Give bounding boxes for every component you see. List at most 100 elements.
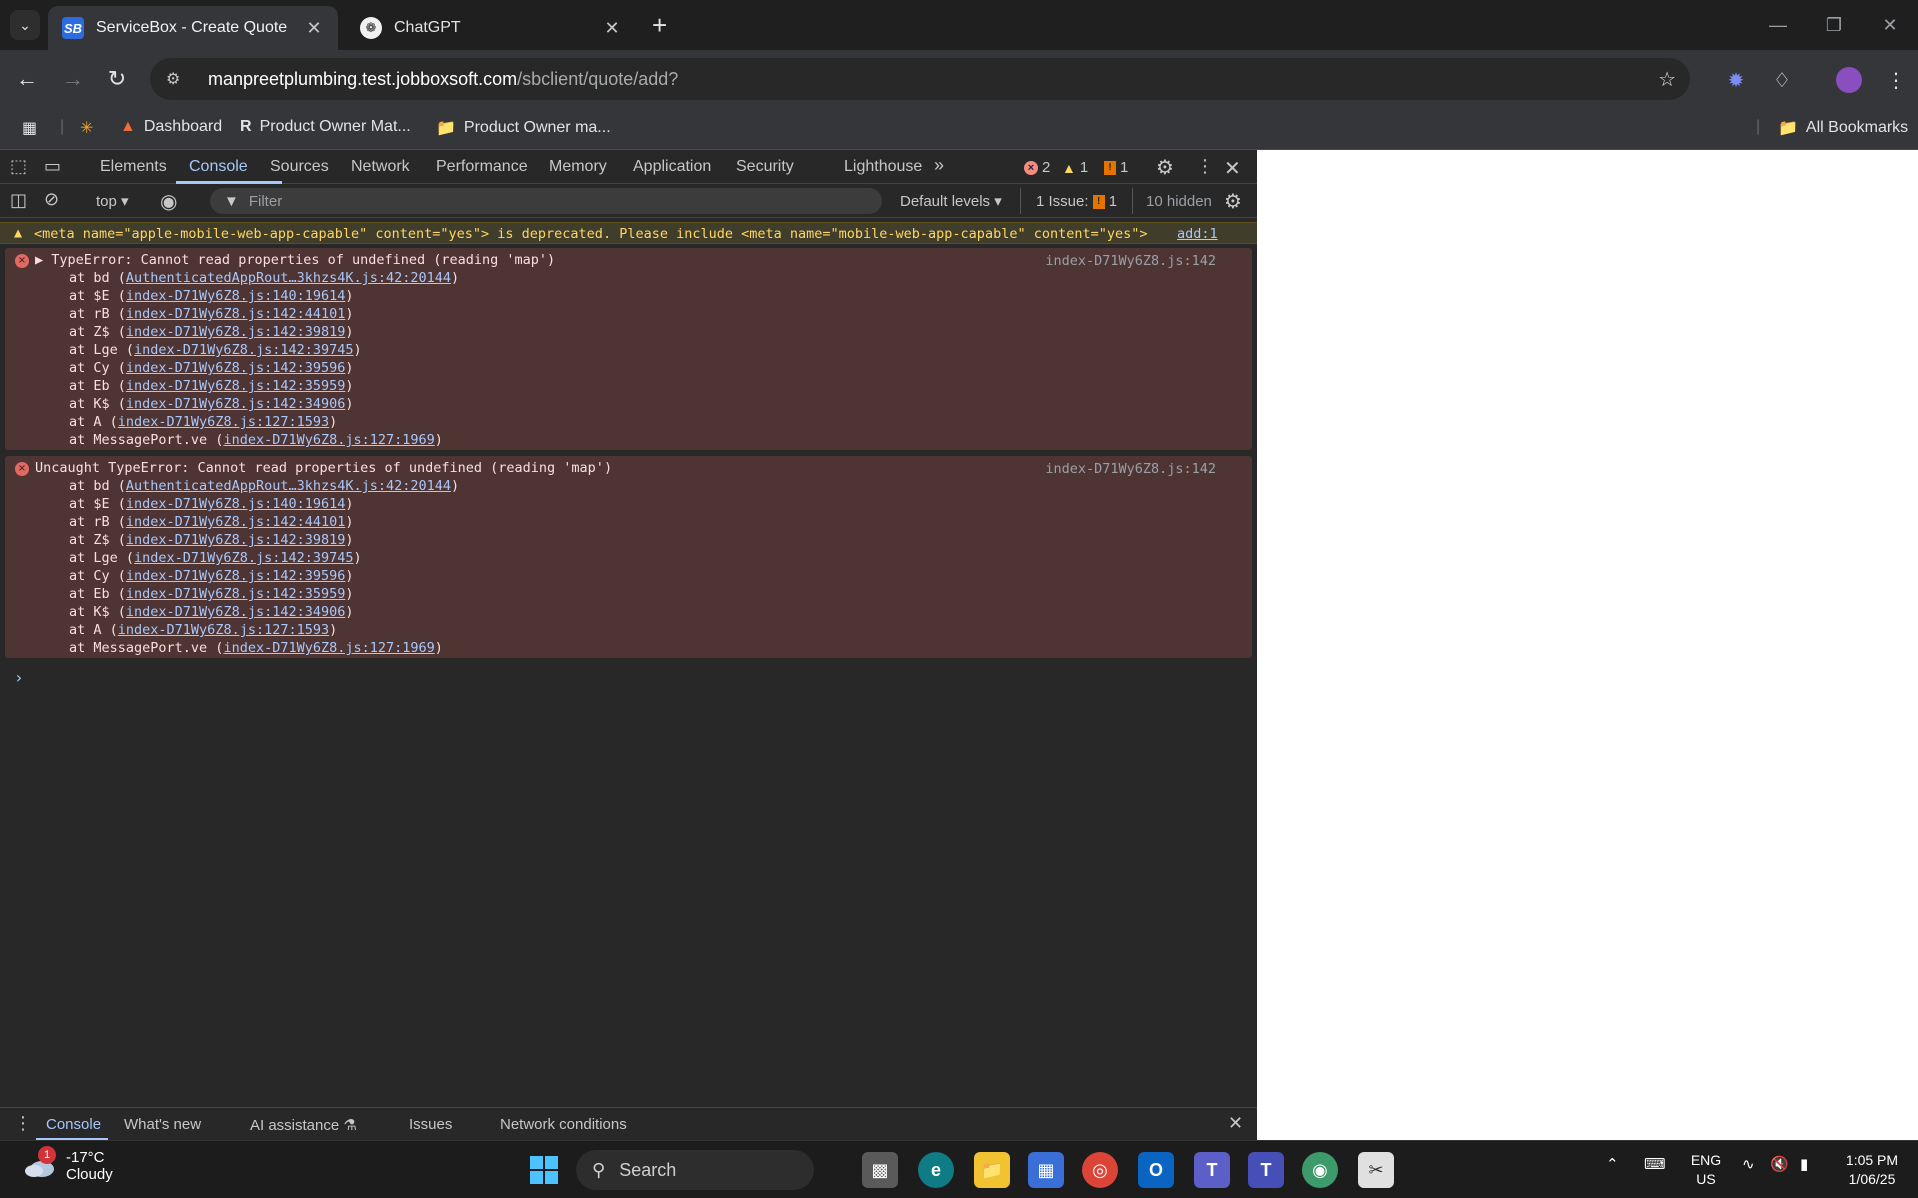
- show-hidden-icons-chevron[interactable]: ⌃: [1606, 1155, 1619, 1173]
- close-tab-icon[interactable]: ✕: [304, 18, 324, 39]
- windows-start-icon[interactable]: [526, 1152, 562, 1188]
- microsoft-store-icon[interactable]: ▦: [1028, 1152, 1064, 1188]
- stack-frame-link[interactable]: index-D71Wy6Z8.js:140:19614: [126, 496, 345, 512]
- tab-performance[interactable]: Performance: [436, 158, 528, 176]
- tab-lighthouse[interactable]: Lighthouse: [844, 158, 922, 176]
- wifi-icon[interactable]: ∿: [1742, 1155, 1755, 1173]
- extension-spark-icon[interactable]: ✹: [1720, 64, 1752, 96]
- volume-muted-icon[interactable]: 🔇: [1770, 1155, 1789, 1173]
- more-tabs-chevron-icon[interactable]: »: [934, 155, 944, 176]
- tab-console[interactable]: Console: [189, 158, 248, 176]
- stack-frame-link[interactable]: index-D71Wy6Z8.js:142:34906: [126, 396, 345, 412]
- close-tab-icon[interactable]: ✕: [602, 18, 622, 39]
- stack-frame-link[interactable]: index-D71Wy6Z8.js:142:39819: [126, 324, 345, 340]
- stack-frame-link[interactable]: index-D71Wy6Z8.js:142:44101: [126, 514, 345, 530]
- browser-menu-icon[interactable]: ⋮: [1880, 64, 1912, 96]
- snipping-tool-icon[interactable]: ✂: [1358, 1152, 1394, 1188]
- bookmark-folder-product-owner-ma[interactable]: 📁 Product Owner ma...: [436, 118, 611, 138]
- outlook-icon[interactable]: O: [1138, 1152, 1174, 1188]
- warning-counter[interactable]: ▲ 1: [1062, 159, 1088, 176]
- stack-frame-link[interactable]: index-D71Wy6Z8.js:127:1969: [223, 640, 434, 656]
- filter-input[interactable]: ▼ Filter: [210, 188, 882, 214]
- extensions-puzzle-icon[interactable]: ♢: [1766, 64, 1798, 96]
- tab-memory[interactable]: Memory: [549, 158, 607, 176]
- page-viewport[interactable]: [1257, 150, 1918, 1140]
- weather-widget[interactable]: 1 -17°C Cloudy: [22, 1146, 113, 1183]
- tab-network[interactable]: Network: [351, 158, 410, 176]
- reload-button[interactable]: ↻: [102, 64, 132, 94]
- spark-bookmark-icon[interactable]: ✳: [80, 118, 93, 138]
- stack-frame-link[interactable]: index-D71Wy6Z8.js:127:1593: [118, 414, 329, 430]
- console-error-message[interactable]: × Uncaught TypeError: Cannot read proper…: [5, 456, 1252, 658]
- error-source-link[interactable]: index-D71Wy6Z8.js:142: [1045, 461, 1216, 477]
- console-settings-gear-icon[interactable]: ⚙: [1224, 189, 1242, 214]
- drawer-tab-issues[interactable]: Issues: [409, 1116, 452, 1133]
- more-options-icon[interactable]: ⋮: [1196, 156, 1214, 177]
- paint-app-icon[interactable]: ◉: [1302, 1152, 1338, 1188]
- stack-frame-link[interactable]: index-D71Wy6Z8.js:127:1593: [118, 622, 329, 638]
- error-source-link[interactable]: index-D71Wy6Z8.js:142: [1045, 253, 1216, 269]
- console-prompt-chevron-icon[interactable]: ›: [14, 668, 24, 687]
- clear-console-icon[interactable]: ⊘: [44, 189, 59, 210]
- drawer-menu-icon[interactable]: ⋮: [14, 1113, 32, 1134]
- device-toolbar-icon[interactable]: ▭: [44, 156, 61, 177]
- site-info-icon[interactable]: ⚙: [166, 69, 188, 89]
- issue-counter[interactable]: ! 1: [1104, 159, 1128, 176]
- bookmark-star-icon[interactable]: ☆: [1658, 67, 1676, 92]
- keyboard-icon[interactable]: ⌨: [1644, 1155, 1666, 1173]
- tab-search-button[interactable]: ⌄: [10, 10, 40, 40]
- tab-security[interactable]: Security: [736, 158, 794, 176]
- minimize-icon[interactable]: —: [1750, 0, 1806, 50]
- restore-icon[interactable]: ❐: [1806, 0, 1862, 50]
- warning-source-link[interactable]: add:1: [1177, 226, 1218, 242]
- console-error-message[interactable]: × ▶ TypeError: Cannot read properties of…: [5, 248, 1252, 450]
- stack-frame-link[interactable]: index-D71Wy6Z8.js:142:35959: [126, 586, 345, 602]
- drawer-tab-network-conditions[interactable]: Network conditions: [500, 1116, 627, 1133]
- stack-frame-link[interactable]: index-D71Wy6Z8.js:142:39819: [126, 532, 345, 548]
- issues-button[interactable]: 1 Issue: ! 1: [1036, 193, 1117, 210]
- profile-avatar[interactable]: [1836, 67, 1862, 93]
- drawer-tab-console[interactable]: Console: [46, 1116, 101, 1133]
- edge-browser-icon[interactable]: e: [918, 1152, 954, 1188]
- battery-icon[interactable]: ▮: [1800, 1155, 1808, 1173]
- tab-elements[interactable]: Elements: [100, 158, 167, 176]
- stack-frame-link[interactable]: index-D71Wy6Z8.js:142:35959: [126, 378, 345, 394]
- taskbar-search[interactable]: ⚲ Search: [576, 1150, 814, 1190]
- close-window-icon[interactable]: ✕: [1862, 0, 1918, 50]
- sidebar-toggle-icon[interactable]: ◫: [10, 190, 27, 211]
- stack-frame-link[interactable]: index-D71Wy6Z8.js:140:19614: [126, 288, 345, 304]
- close-devtools-icon[interactable]: ✕: [1224, 156, 1241, 181]
- stack-frame-link[interactable]: index-D71Wy6Z8.js:142:44101: [126, 306, 345, 322]
- teams-icon[interactable]: T: [1194, 1152, 1230, 1188]
- all-bookmarks-button[interactable]: 📁 All Bookmarks: [1778, 118, 1908, 138]
- language-indicator[interactable]: ENG US: [1686, 1151, 1726, 1189]
- error-counter[interactable]: × 2: [1024, 159, 1050, 176]
- new-tab-button[interactable]: +: [652, 12, 667, 38]
- bookmark-dashboard[interactable]: ▲ Dashboard: [120, 118, 222, 136]
- bookmark-product-owner-mat[interactable]: R Product Owner Mat...: [240, 118, 411, 136]
- tab-chatgpt[interactable]: ❁ ChatGPT ✕: [346, 6, 636, 50]
- address-bar[interactable]: ⚙ manpreetplumbing.test.jobboxsoft.com/s…: [150, 58, 1690, 100]
- tab-application[interactable]: Application: [633, 158, 711, 176]
- stack-frame-link[interactable]: index-D71Wy6Z8.js:142:39745: [134, 550, 353, 566]
- stack-frame-link[interactable]: index-D71Wy6Z8.js:142:39596: [126, 360, 345, 376]
- teams-work-icon[interactable]: T: [1248, 1152, 1284, 1188]
- stack-frame-link[interactable]: AuthenticatedAppRout…3khzs4K.js:42:20144: [126, 478, 451, 494]
- live-expression-eye-icon[interactable]: ◉: [160, 189, 177, 214]
- settings-gear-icon[interactable]: ⚙: [1156, 155, 1174, 180]
- chrome-icon[interactable]: ◎: [1082, 1152, 1118, 1188]
- drawer-tab-whats-new[interactable]: What's new: [124, 1116, 201, 1133]
- close-drawer-icon[interactable]: ✕: [1228, 1113, 1243, 1134]
- url-text[interactable]: manpreetplumbing.test.jobboxsoft.com/sbc…: [208, 69, 678, 90]
- back-button[interactable]: ←: [12, 64, 42, 94]
- tab-servicebox[interactable]: SB ServiceBox - Create Quote ✕: [48, 6, 338, 50]
- tab-sources[interactable]: Sources: [270, 158, 329, 176]
- context-selector[interactable]: top ▾: [96, 192, 129, 210]
- file-explorer-icon[interactable]: 📁: [974, 1152, 1010, 1188]
- stack-frame-link[interactable]: index-D71Wy6Z8.js:142:39596: [126, 568, 345, 584]
- stack-frame-link[interactable]: AuthenticatedAppRout…3khzs4K.js:42:20144: [126, 270, 451, 286]
- drawer-tab-ai-assistance[interactable]: AI assistance ⚗: [250, 1116, 357, 1134]
- inspect-element-icon[interactable]: ⬚: [10, 156, 27, 177]
- apps-grid-icon[interactable]: ▦: [22, 118, 37, 138]
- task-view-icon[interactable]: ▩: [862, 1152, 898, 1188]
